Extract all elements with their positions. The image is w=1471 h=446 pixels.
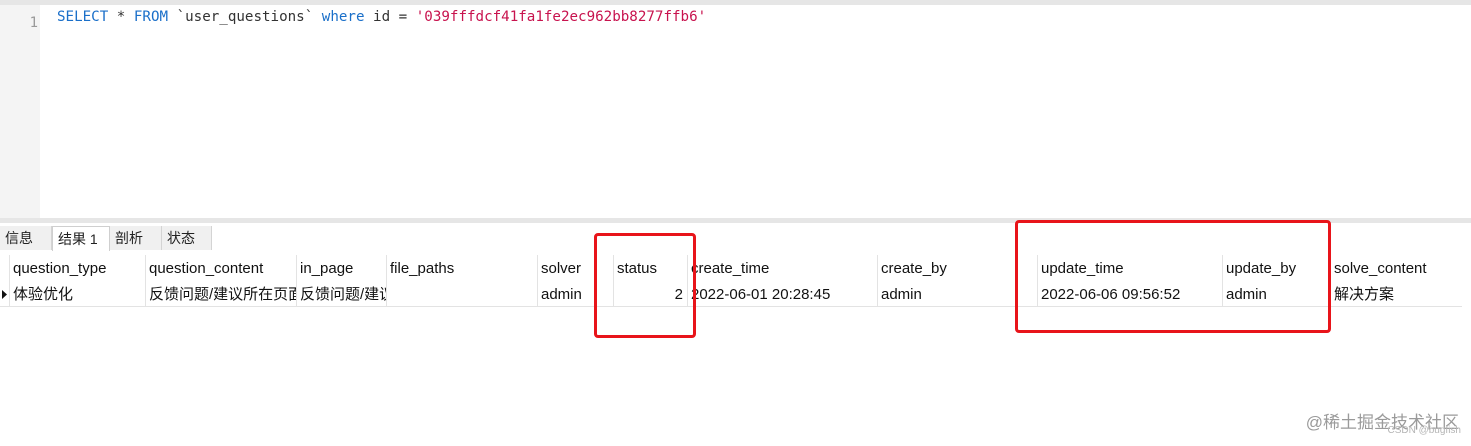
column-header-file-paths[interactable]: file_paths (386, 255, 537, 283)
sql-table-name: `user_questions` (168, 9, 322, 25)
sql-keyword-select: SELECT (57, 9, 109, 25)
tab-info[interactable]: 信息 (0, 226, 52, 250)
cell-question-type[interactable]: 体验优化 (9, 283, 145, 306)
tab-status[interactable]: 状态 (162, 226, 212, 250)
cell-question-content[interactable]: 反馈问题/建议所在页面 (145, 283, 296, 306)
cell-create-by[interactable]: admin (877, 283, 1037, 306)
cell-create-time[interactable]: 2022-06-01 20:28:45 (687, 283, 877, 306)
watermark-small: CSDN @bugfish (1387, 425, 1461, 436)
line-number-gutter: 1 (0, 5, 40, 218)
sql-keyword-where: where (321, 9, 365, 25)
cell-in-page[interactable]: 反馈问题/建议 (296, 283, 386, 306)
sql-query-line[interactable]: SELECT * FROM `user_questions` where id … (57, 8, 706, 26)
cell-file-paths[interactable] (386, 283, 537, 306)
sql-condition: id = (364, 9, 416, 25)
annotation-box-update-fields (1015, 220, 1331, 333)
line-number: 1 (29, 15, 38, 31)
column-header-solve-content[interactable]: solve_content (1330, 255, 1462, 283)
column-header-question-type[interactable]: question_type (9, 255, 145, 283)
sql-string-literal: '039fffdcf41fa1fe2ec962bb8277ffb6' (415, 9, 707, 25)
column-header-question-content[interactable]: question_content (145, 255, 296, 283)
column-header-in-page[interactable]: in_page (296, 255, 386, 283)
sql-editor[interactable]: 1 SELECT * FROM `user_questions` where i… (0, 0, 1471, 218)
tab-profile[interactable]: 剖析 (110, 226, 162, 250)
cell-solve-content[interactable]: 解决方案 (1330, 283, 1462, 306)
sql-keyword-from: FROM (133, 9, 169, 25)
editor-top-border (0, 0, 1471, 5)
tab-result-1[interactable]: 结果 1 (52, 226, 110, 251)
column-header-create-time[interactable]: create_time (687, 255, 877, 283)
current-row-arrow-icon (2, 290, 7, 299)
annotation-box-status (594, 233, 696, 338)
sql-text: * (108, 9, 134, 25)
column-header-create-by[interactable]: create_by (877, 255, 1037, 283)
